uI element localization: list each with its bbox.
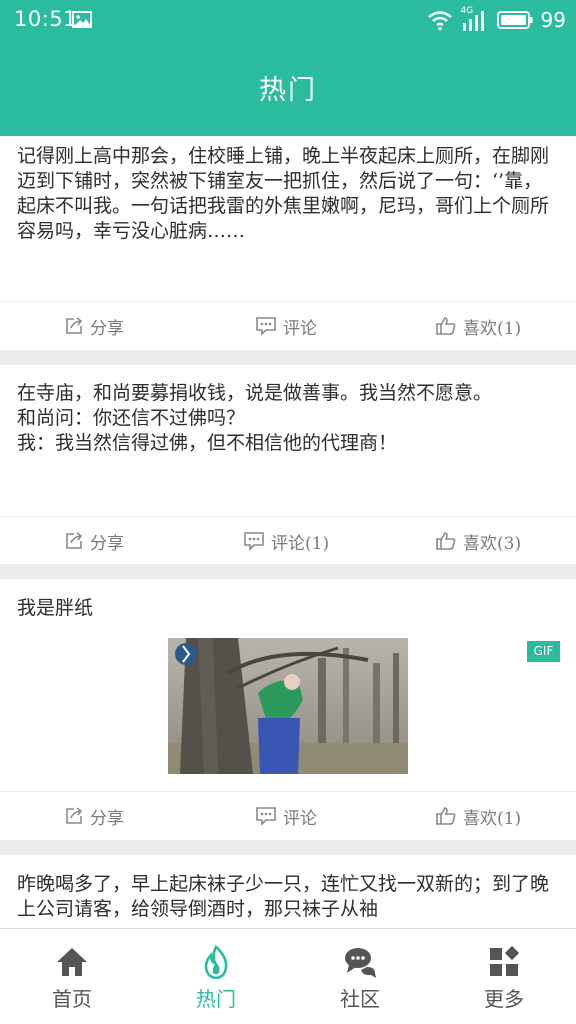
nav-item-more[interactable]: 更多 — [432, 929, 576, 1024]
share-label: 分享 — [90, 318, 124, 339]
post-text: 记得刚上高中那会，住校睡上铺，晚上半夜起床上厕所，在脚刚迈到下铺时，突然被下铺室… — [17, 145, 550, 242]
comment-button[interactable]: 评论(1) — [243, 529, 330, 554]
bottom-nav: 首页 热门 社区 更多 — [0, 928, 576, 1024]
thumbs-up-icon — [436, 532, 456, 550]
thumbs-up-icon — [436, 317, 456, 335]
post-actions: 分享 评论 喜欢(1) — [0, 791, 576, 840]
like-label: 喜欢(3) — [463, 533, 522, 554]
like-label: 喜欢(1) — [463, 318, 522, 339]
comment-button[interactable]: 评论 — [255, 314, 317, 339]
post-card: 昨晚喝多了，早上起床袜子少一只，连忙又找一双新的；到了晚上公司请客，给领导倒酒时… — [0, 855, 576, 928]
gif-badge: GIF — [527, 641, 560, 662]
like-label: 喜欢(1) — [463, 808, 522, 829]
thumbs-up-icon — [436, 807, 456, 825]
post-actions: 分享 评论 喜欢(1) — [0, 301, 576, 350]
nav-item-hot[interactable]: 热门 — [144, 929, 288, 1024]
flame-icon — [204, 945, 228, 979]
share-button[interactable]: 分享 — [64, 314, 124, 339]
like-button[interactable]: 喜欢(1) — [435, 314, 522, 339]
status-indicators: 4G 99 — [427, 6, 566, 33]
comment-label: 评论(1) — [271, 533, 330, 554]
post-text: 昨晚喝多了，早上起床袜子少一只，连忙又找一双新的；到了晚上公司请客，给领导倒酒时… — [17, 873, 550, 920]
share-icon — [66, 807, 83, 824]
page-title: 热门 — [259, 75, 317, 106]
comment-label: 评论 — [283, 808, 317, 829]
share-icon — [66, 317, 83, 334]
title-bar: 热门 — [0, 40, 576, 136]
image-icon — [72, 11, 92, 28]
app-screen: 10:51 4G 99 热门 记得刚上高中那会，住校睡上铺，晚上半夜起床上厕所，… — [0, 0, 576, 1024]
status-bar: 10:51 4G 99 — [0, 0, 576, 40]
share-label: 分享 — [90, 533, 124, 554]
comment-button[interactable]: 评论 — [255, 804, 317, 829]
comment-icon — [256, 807, 276, 826]
like-button[interactable]: 喜欢(1) — [435, 804, 522, 829]
share-label: 分享 — [90, 808, 124, 829]
comment-icon — [244, 532, 264, 551]
grid-icon — [490, 945, 520, 976]
signal-icon: 4G — [461, 6, 489, 32]
nav-label-community: 社区 — [340, 987, 380, 1011]
share-icon — [66, 532, 83, 549]
post-feed[interactable]: 记得刚上高中那会，住校睡上铺，晚上半夜起床上厕所，在脚刚迈到下铺时，突然被下铺室… — [0, 136, 576, 928]
post-gif-image[interactable] — [168, 638, 408, 774]
share-button[interactable]: 分享 — [64, 529, 124, 554]
like-button[interactable]: 喜欢(3) — [435, 529, 522, 554]
nav-item-community[interactable]: 社区 — [288, 929, 432, 1024]
status-time: 10:51 — [14, 7, 78, 31]
post-text: 在寺庙，和尚要募捐收钱，说是做善事。我当然不愿意。 和尚问：你还信不过佛吗？ 我… — [17, 382, 493, 454]
chat-bubbles-icon — [345, 948, 376, 978]
battery-level: 99 — [540, 8, 566, 32]
nav-label-more: 更多 — [484, 987, 524, 1011]
post-card: 记得刚上高中那会，住校睡上铺，晚上半夜起床上厕所，在脚刚迈到下铺时，突然被下铺室… — [0, 136, 576, 350]
post-actions: 分享 评论(1) 喜欢(3) — [0, 516, 576, 565]
share-button[interactable]: 分享 — [64, 804, 124, 829]
nav-item-home[interactable]: 首页 — [0, 929, 144, 1024]
post-card: 在寺庙，和尚要募捐收钱，说是做善事。我当然不愿意。 和尚问：你还信不过佛吗？ 我… — [0, 365, 576, 564]
nav-label-hot: 热门 — [196, 987, 236, 1011]
battery-icon — [496, 11, 533, 29]
comment-label: 评论 — [283, 318, 317, 339]
post-text: 我是胖纸 — [17, 597, 94, 619]
comment-icon — [256, 317, 276, 336]
home-icon — [57, 948, 87, 976]
wifi-icon — [427, 11, 452, 31]
nav-label-home: 首页 — [52, 987, 92, 1011]
